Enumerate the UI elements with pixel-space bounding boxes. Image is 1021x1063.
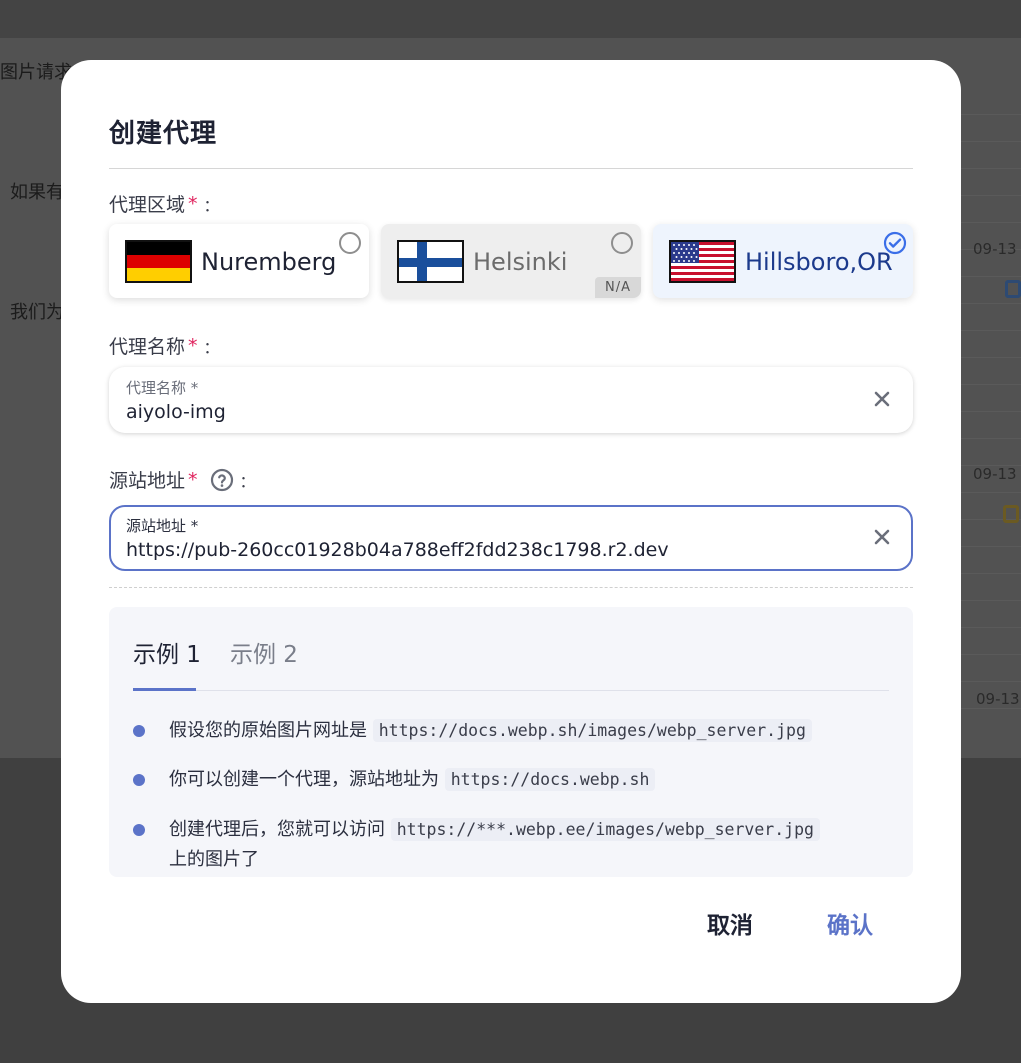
required-mark: * (188, 468, 198, 491)
close-icon[interactable] (871, 526, 893, 548)
bullet-icon (133, 774, 145, 786)
example-tabs: 示例 1 示例 2 (133, 635, 889, 691)
example-panel: 示例 1 示例 2 假设您的原始图片网址是 https://docs.webp.… (109, 607, 913, 877)
background-header (0, 0, 1021, 38)
region-card-hillsboro[interactable]: Hillsboro,OR (653, 224, 913, 298)
example-text-label: 你可以创建一个代理，源站地址为 (169, 769, 439, 790)
proxy-name-input[interactable] (126, 401, 826, 423)
required-mark: * (188, 334, 198, 357)
region-field-label: 代理区域 * ： (109, 190, 220, 217)
region-name: Nuremberg (201, 248, 337, 276)
title-divider (109, 168, 913, 169)
background-text: 图片请求 (0, 62, 72, 83)
check-circle-icon[interactable] (883, 231, 907, 255)
example-text: 创建代理后，您就可以访问 https://***.webp.ee/images/… (169, 815, 889, 875)
germany-flag-icon (125, 240, 192, 283)
region-name: Helsinki (473, 248, 568, 276)
background-chip (1003, 505, 1019, 523)
label-colon: ： (239, 471, 256, 491)
origin-field-label: 源站地址 * ： (109, 466, 256, 493)
tab-example-2[interactable]: 示例 2 (230, 635, 298, 685)
help-icon[interactable] (210, 468, 234, 492)
origin-url-field[interactable]: 源站地址 * (109, 505, 913, 571)
background-text: 我们为 (10, 302, 64, 323)
example-code: https://***.webp.ee/images/webp_server.j… (390, 818, 820, 841)
example-code: https://docs.webp.sh (444, 768, 656, 791)
usa-flag-icon (669, 240, 736, 283)
background-date: 09-13 (973, 240, 1017, 258)
background-text: 如果有 (10, 182, 64, 203)
dialog-title: 创建代理 (109, 119, 218, 149)
example-text: 假设您的原始图片网址是 https://docs.webp.sh/images/… (169, 716, 889, 746)
required-mark: * (188, 192, 198, 215)
background-date: 09-13 (973, 465, 1017, 483)
section-divider (109, 587, 913, 588)
background-chip (1005, 280, 1021, 298)
region-name: Hillsboro,OR (745, 248, 893, 276)
close-icon[interactable] (871, 388, 893, 410)
name-label-text: 代理名称 (109, 336, 186, 358)
label-colon: ： (203, 195, 220, 215)
finland-flag-icon (397, 240, 464, 283)
bullet-icon (133, 824, 145, 836)
example-text: 你可以创建一个代理，源站地址为 https://docs.webp.sh (169, 765, 889, 795)
active-tab-indicator (133, 688, 196, 691)
bullet-icon (133, 725, 145, 737)
radio-unchecked-icon[interactable] (339, 232, 361, 254)
region-card-nuremberg[interactable]: Nuremberg (109, 224, 369, 298)
origin-url-input[interactable] (126, 539, 826, 561)
label-colon: ： (203, 337, 220, 357)
background-table-grid (960, 88, 1021, 728)
name-field-label: 代理名称 * ： (109, 332, 220, 359)
cancel-button[interactable]: 取消 (707, 906, 753, 940)
example-code: https://docs.webp.sh/images/webp_server.… (372, 719, 812, 742)
example-text-label: 假设您的原始图片网址是 (169, 720, 367, 741)
proxy-name-floating-label: 代理名称 * (126, 379, 199, 397)
origin-label-text: 源站地址 (109, 470, 186, 492)
background-date: 09-13 (976, 690, 1020, 708)
region-label-text: 代理区域 (109, 194, 186, 216)
example-text-label: 创建代理后，您就可以访问 (169, 819, 385, 840)
proxy-name-field[interactable]: 代理名称 * (109, 367, 913, 433)
region-card-helsinki: Helsinki N/A (381, 224, 641, 298)
example-text-suffix: 上的图片了 (169, 849, 259, 870)
origin-url-floating-label: 源站地址 * (126, 517, 199, 535)
radio-unchecked-icon (611, 232, 633, 254)
unavailable-badge: N/A (595, 277, 641, 298)
tab-example-1[interactable]: 示例 1 (133, 635, 201, 685)
create-proxy-dialog: 创建代理 代理区域 * ： Nuremberg Helsinki N/A Hil… (61, 60, 961, 1003)
confirm-button[interactable]: 确认 (827, 906, 873, 940)
